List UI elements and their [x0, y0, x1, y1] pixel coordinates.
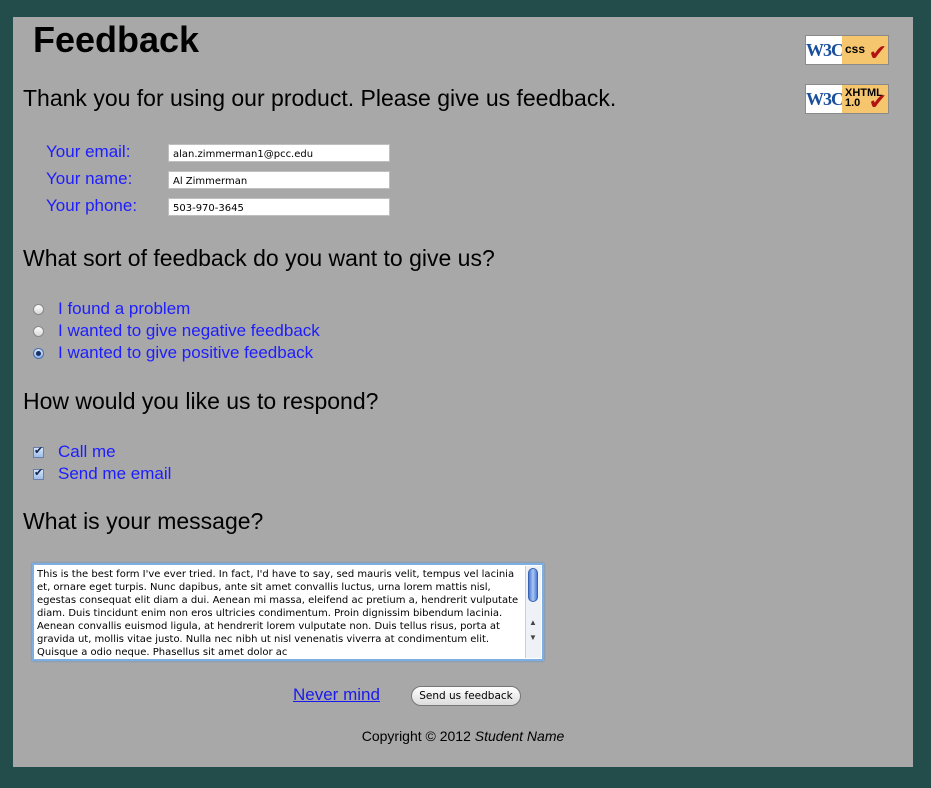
w3c-xhtml-badge[interactable]: W3C XHTML 1.0 ✔ — [805, 84, 889, 114]
copyright-footer: Copyright © 2012 Student Name — [13, 728, 913, 744]
send-feedback-button[interactable]: Send us feedback — [411, 686, 521, 706]
scrollbar[interactable]: ▲ ▼ — [525, 566, 541, 658]
message-question: What is your message? — [23, 508, 264, 534]
w3c-css-badge[interactable]: W3C css ✔ — [805, 35, 889, 65]
checkbox-label[interactable]: Call me — [58, 442, 116, 462]
respond-question: How would you like us to respond? — [23, 388, 379, 414]
message-box[interactable]: This is the best form I've ever tried. I… — [32, 563, 544, 661]
radio-option-positive[interactable]: I wanted to give positive feedback — [33, 343, 313, 363]
author-name: Student Name — [474, 728, 565, 744]
feedback-type-question: What sort of feedback do you want to giv… — [23, 245, 495, 271]
radio-label[interactable]: I found a problem — [58, 299, 190, 319]
w3c-logo: W3C — [806, 85, 844, 113]
badge-label: XHTML 1.0 ✔ — [842, 85, 888, 113]
phone-label: Your phone: — [46, 196, 138, 215]
checkbox-option-call[interactable]: Call me — [33, 442, 116, 462]
radio-option-negative[interactable]: I wanted to give negative feedback — [33, 321, 320, 341]
name-field[interactable] — [168, 171, 390, 189]
radio-button[interactable] — [33, 303, 44, 315]
radio-label[interactable]: I wanted to give negative feedback — [58, 321, 320, 341]
scroll-down-arrow-icon[interactable]: ▼ — [529, 633, 537, 642]
email-label: Your email: — [46, 142, 131, 161]
copyright-text: Copyright © 2012 — [361, 728, 471, 744]
checkbox[interactable] — [33, 466, 44, 480]
radio-button[interactable] — [33, 325, 44, 337]
checkmark-icon: ✔ — [868, 89, 887, 114]
scroll-up-arrow-icon[interactable]: ▲ — [529, 618, 537, 627]
w3c-logo: W3C — [806, 36, 844, 64]
feedback-panel: Feedback W3C css ✔ W3C XHTML 1.0 ✔ Thank… — [13, 17, 913, 767]
badge-label: css ✔ — [842, 36, 888, 64]
radio-label[interactable]: I wanted to give positive feedback — [58, 343, 313, 363]
page-title: Feedback — [33, 19, 200, 60]
message-textarea[interactable]: This is the best form I've ever tried. I… — [34, 565, 525, 659]
intro-text: Thank you for using our product. Please … — [23, 85, 617, 111]
phone-field[interactable] — [168, 198, 390, 216]
email-field[interactable] — [168, 144, 390, 162]
radio-button-selected[interactable] — [33, 347, 44, 359]
never-mind-link[interactable]: Never mind — [293, 685, 380, 705]
checkbox-label[interactable]: Send me email — [58, 464, 171, 484]
name-label: Your name: — [46, 169, 133, 188]
scrollbar-thumb[interactable] — [528, 568, 538, 602]
checkbox-option-email[interactable]: Send me email — [33, 464, 171, 484]
radio-option-problem[interactable]: I found a problem — [33, 299, 190, 319]
checkbox[interactable] — [33, 444, 44, 458]
checkmark-icon: ✔ — [868, 40, 887, 65]
